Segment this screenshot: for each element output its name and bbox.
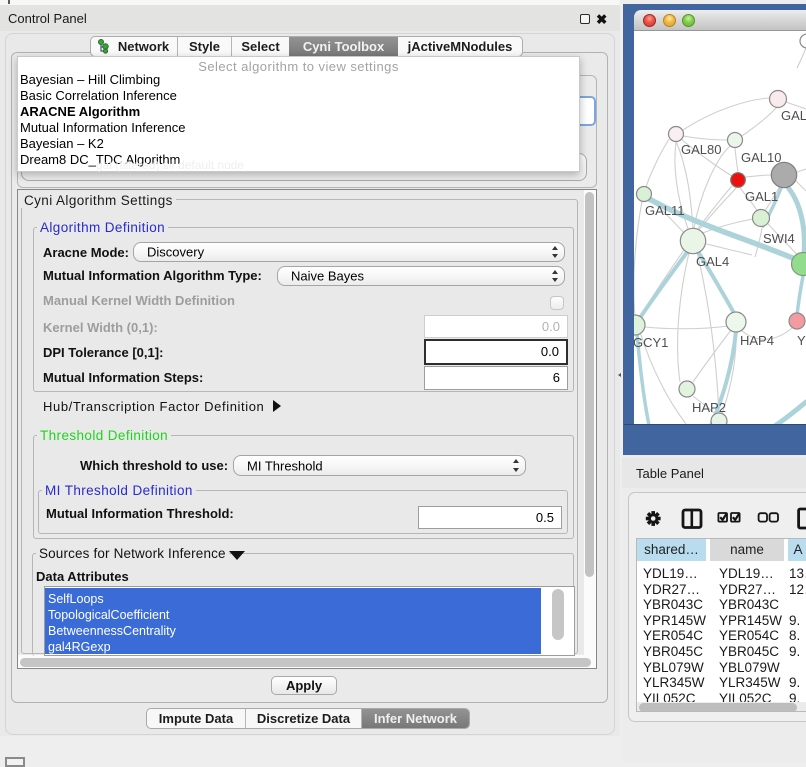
svg-text:GAL4: GAL4 [696, 254, 729, 269]
svg-text:HAP4: HAP4 [740, 333, 774, 348]
svg-text:GAL10: GAL10 [741, 150, 781, 165]
svg-text:GAL2: GAL2 [781, 108, 806, 123]
svg-text:GCY1: GCY1 [634, 335, 668, 350]
svg-text:YB: YB [797, 333, 806, 348]
svg-text:GAL80: GAL80 [681, 142, 721, 157]
svg-text:GAL11: GAL11 [645, 203, 685, 218]
svg-text:SWI4: SWI4 [763, 231, 795, 246]
svg-text:GAL1: GAL1 [745, 189, 778, 204]
svg-text:HAP2: HAP2 [692, 400, 726, 415]
